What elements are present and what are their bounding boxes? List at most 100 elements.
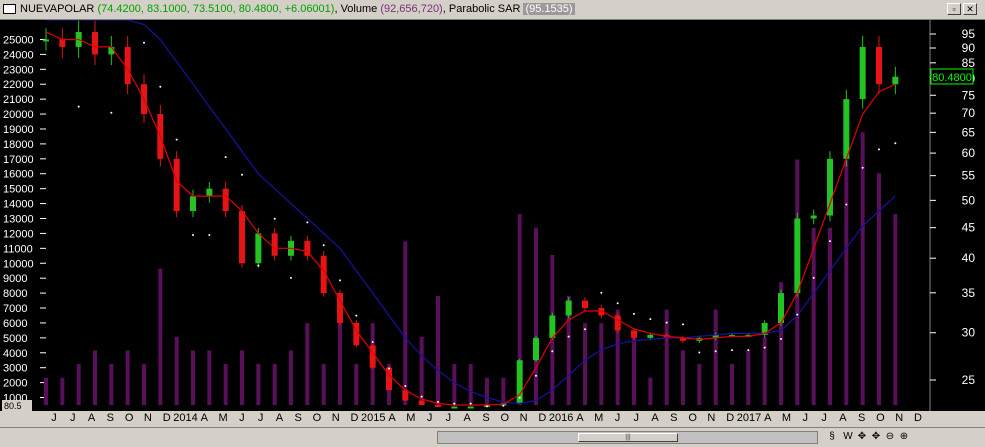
sar-dot — [633, 312, 635, 315]
sar-dot — [110, 111, 113, 114]
volume-bar — [599, 323, 604, 405]
sar-dot — [845, 203, 848, 206]
candle-body — [876, 46, 882, 85]
move-icon[interactable]: ✥ — [870, 430, 882, 444]
sar-dot — [780, 338, 782, 341]
volume-bar — [632, 336, 636, 405]
left-axis-tick-label: 9000 — [3, 273, 27, 285]
right-axis-tick-label: 65 — [962, 125, 976, 139]
volume-bar — [697, 364, 702, 405]
sar-dot — [649, 318, 652, 321]
sar-dot — [355, 314, 358, 317]
left-axis-tick-label: 22000 — [3, 79, 34, 91]
time-axis-label: J — [70, 412, 76, 424]
sar-dot — [796, 313, 799, 316]
volume-bar — [452, 364, 457, 405]
left-axis-tick-label: 6000 — [3, 318, 27, 330]
right-axis-tick-label: 90 — [962, 41, 976, 55]
sar-dot — [143, 41, 145, 44]
volume-bar — [191, 350, 195, 405]
time-axis-label: A — [839, 412, 847, 424]
sar-dot — [306, 221, 309, 224]
volume-bar — [305, 323, 310, 405]
chart-legend: NUEVAPOLAR (74.4200, 83.1000, 73.5100, 8… — [20, 3, 575, 15]
right-axis-tick-label: 50 — [962, 193, 976, 207]
right-axis-tick-label: 70 — [962, 106, 976, 120]
sar-dot — [257, 264, 260, 267]
volume-value-label: 80.5 — [4, 401, 22, 411]
candle-body — [647, 334, 654, 338]
volume-label: Volume — [340, 3, 378, 15]
candle-body — [451, 406, 458, 409]
time-axis-label: J — [821, 412, 827, 424]
sar-dot — [159, 85, 162, 88]
sar-label: Parabolic SAR — [448, 3, 521, 15]
time-axis-label: D — [162, 412, 171, 424]
time-axis-label: A — [275, 412, 284, 424]
candle-body — [631, 330, 637, 338]
close-button[interactable]: ✕ — [963, 3, 977, 15]
candle-body — [794, 218, 801, 294]
candle-body — [549, 315, 556, 338]
pan-icon[interactable]: ✥ — [856, 430, 868, 444]
ma-slow-line — [46, 20, 896, 405]
volume-bar — [844, 159, 849, 405]
zoom-in-icon[interactable]: ⊕ — [898, 430, 910, 444]
time-axis-label: S — [670, 412, 678, 424]
candle-body — [271, 233, 278, 256]
zoom-out-icon[interactable]: ⊖ — [884, 430, 896, 444]
ohlc-values: (74.4200, 83.1000, 73.5100, 80.4800, +6.… — [97, 3, 335, 15]
left-axis-tick-label: 8000 — [3, 288, 27, 300]
section-icon[interactable]: § — [826, 430, 838, 444]
sar-dot — [290, 276, 292, 279]
time-axis-label: D — [350, 412, 359, 424]
horizontal-scrollbar[interactable]: ||| — [437, 431, 818, 444]
left-axis-tick-label: 11000 — [3, 243, 33, 255]
time-axis-label: 2016 — [548, 412, 574, 424]
candle-body — [255, 233, 262, 264]
candle-body — [827, 158, 833, 216]
time-axis-label: N — [143, 412, 152, 424]
volume-bar — [893, 214, 898, 405]
time-axis-label: J — [802, 412, 809, 424]
ma-fast-line — [45, 31, 896, 406]
time-axis-label: A — [576, 412, 584, 424]
sar-value: (95.1535) — [523, 3, 575, 15]
volume-value: (92,656,720) — [380, 3, 443, 15]
right-axis-tick-label: 60 — [962, 146, 976, 160]
sar-dot — [77, 105, 80, 108]
volume-bar — [664, 309, 669, 405]
time-axis-label: N — [331, 412, 340, 424]
restore-button[interactable]: ▫ — [947, 3, 961, 15]
time-axis-label: J — [614, 412, 621, 424]
candle-body — [386, 367, 392, 391]
last-price-label: 80.4800 — [932, 72, 972, 84]
volume-bar — [354, 364, 359, 405]
volume-bar — [272, 364, 277, 405]
time-axis-label: O — [688, 412, 697, 424]
right-axis-tick-label: 85 — [962, 56, 976, 70]
time-axis-label: 2014 — [173, 412, 198, 424]
volume-bar — [321, 364, 326, 405]
candle-body — [810, 215, 817, 219]
candle-body — [92, 32, 98, 55]
weekly-icon[interactable]: W — [842, 430, 854, 444]
left-axis-tick-label: 23000 — [3, 64, 34, 76]
price-chart[interactable]: 25000 24000 23000 22000 21000 20000 19000 18000… — [0, 20, 985, 411]
sar-dot — [208, 234, 211, 237]
candle-body — [859, 46, 866, 100]
volume-bar — [174, 336, 179, 405]
volume-bar — [436, 295, 440, 405]
volume-bar — [730, 364, 734, 405]
candle-body — [582, 300, 588, 309]
sar-dot — [551, 350, 554, 353]
sar-dot — [469, 402, 472, 405]
volume-bar — [76, 364, 81, 405]
time-axis-label: A — [87, 412, 96, 424]
sar-dot — [747, 349, 750, 352]
left-axis-tick-label: 17000 — [3, 154, 34, 166]
volume-bar — [289, 350, 293, 405]
scroll-thumb[interactable]: ||| — [578, 433, 678, 442]
sar-dot — [763, 346, 766, 349]
sar-dot — [453, 402, 456, 405]
